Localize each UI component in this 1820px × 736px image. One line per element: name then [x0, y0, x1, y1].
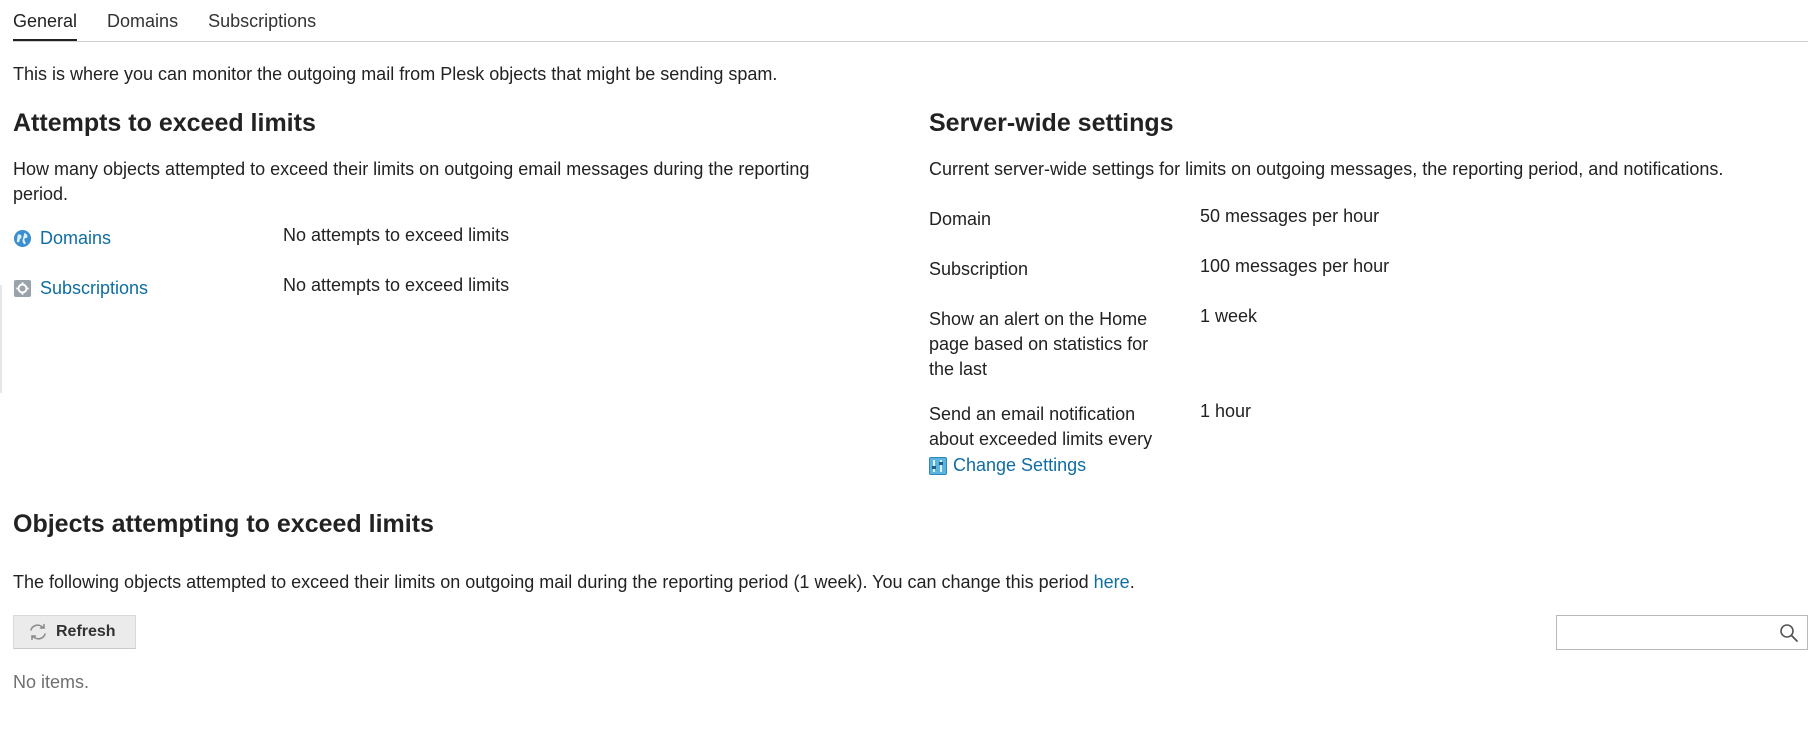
server-settings-section: Server-wide settings Current server-wide…	[929, 108, 1809, 475]
change-settings-link[interactable]: Change Settings	[929, 453, 1086, 478]
tab-bar: General Domains Subscriptions	[13, 0, 1808, 42]
refresh-label: Refresh	[56, 623, 116, 640]
objects-description-text: The following objects attempted to excee…	[13, 572, 1094, 592]
search-input[interactable]	[1557, 616, 1783, 649]
refresh-button[interactable]: Refresh	[13, 615, 136, 649]
setting-label: Send an email notification about exceede…	[929, 404, 1153, 449]
server-settings-title: Server-wide settings	[929, 109, 1174, 137]
attempts-description: How many objects attempted to exceed the…	[13, 159, 810, 204]
objects-title: Objects attempting to exceed limits	[13, 510, 434, 538]
search-box	[1556, 615, 1808, 650]
objects-description: The following objects attempted to excee…	[13, 569, 1135, 595]
setting-value: 1 hour	[1200, 401, 1252, 421]
attempts-section: Attempts to exceed limits How many objec…	[13, 108, 873, 298]
setting-label: Show an alert on the Home page based on …	[929, 309, 1149, 379]
refresh-icon	[30, 623, 46, 641]
setting-label: Domain	[929, 209, 992, 229]
setting-value: 100 messages per hour	[1200, 256, 1390, 276]
gear-icon	[13, 279, 32, 297]
tab-domains[interactable]: Domains	[107, 11, 178, 41]
change-settings-label: Change Settings	[953, 455, 1087, 475]
setting-value: 50 messages per hour	[1200, 206, 1380, 226]
change-period-link[interactable]: here	[1094, 572, 1130, 592]
domains-attempts-value: No attempts to exceed limits	[283, 225, 510, 245]
page: General Domains Subscriptions This is wh…	[0, 0, 1809, 736]
search-icon[interactable]	[1779, 623, 1799, 643]
subscriptions-attempts-value: No attempts to exceed limits	[283, 275, 510, 295]
setting-value: 1 week	[1200, 306, 1258, 326]
setting-label: Subscription	[929, 259, 1029, 279]
tab-subscriptions[interactable]: Subscriptions	[208, 11, 316, 41]
domains-link[interactable]: Domains	[13, 225, 111, 251]
objects-description-end: .	[1129, 572, 1135, 592]
empty-state-text: No items.	[13, 672, 90, 692]
intro-text: This is where you can monitor the outgoi…	[13, 64, 778, 84]
globe-icon	[13, 229, 32, 247]
domains-link-label: Domains	[40, 228, 112, 248]
attempt-row-subscriptions: Subscriptions No attempts to exceed limi…	[13, 275, 873, 301]
left-divider	[0, 285, 2, 393]
subscriptions-link[interactable]: Subscriptions	[13, 275, 148, 301]
tab-general[interactable]: General	[13, 11, 78, 41]
attempts-title: Attempts to exceed limits	[13, 109, 316, 137]
attempt-row-domains: Domains No attempts to exceed limits	[13, 225, 873, 251]
settings-sliders-icon	[929, 456, 947, 475]
server-settings-description: Current server-wide settings for limits …	[929, 159, 1724, 179]
subscriptions-link-label: Subscriptions	[40, 278, 149, 298]
